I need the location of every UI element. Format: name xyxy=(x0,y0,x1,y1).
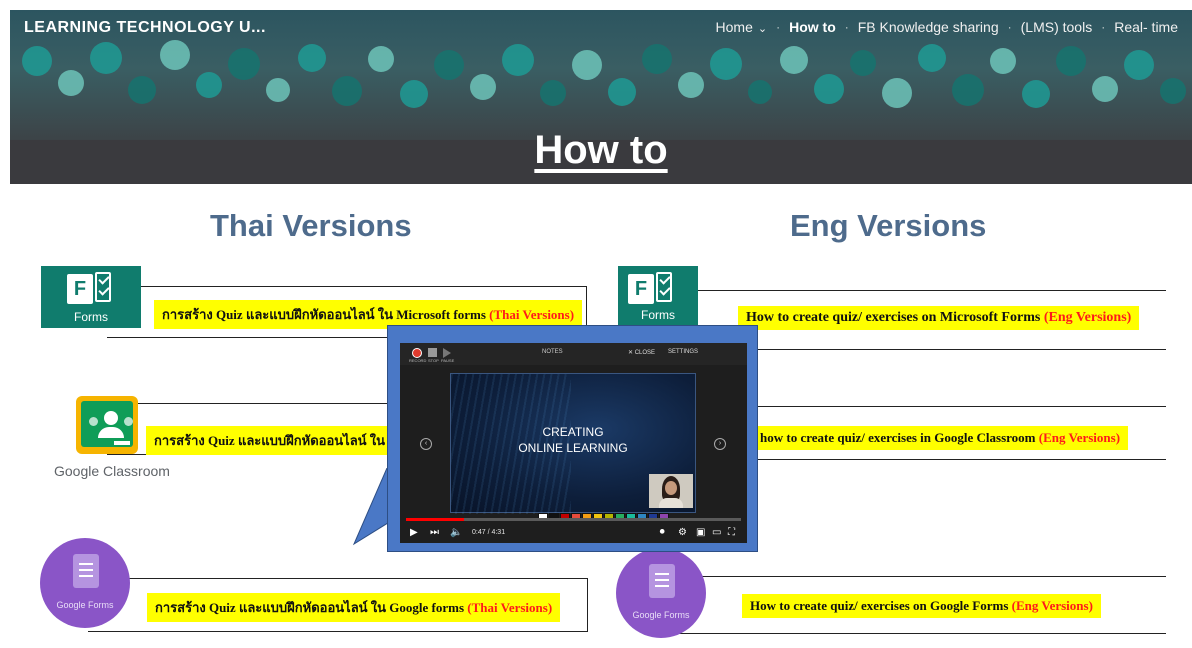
fullscreen-icon[interactable]: ⛶ xyxy=(728,527,735,538)
eng-google-forms-link[interactable]: How to create quiz/ exercises on Google … xyxy=(742,594,1101,618)
forms-caption: Forms xyxy=(641,308,675,322)
slide-title-line: ONLINE LEARNING xyxy=(518,441,628,455)
settings-label[interactable]: SETTINGS xyxy=(668,349,698,355)
google-forms-icon[interactable]: Google Forms xyxy=(40,538,130,628)
volume-icon[interactable]: 🔈 xyxy=(450,527,462,538)
record-label: RECORD xyxy=(409,358,427,363)
record-icon[interactable] xyxy=(412,348,422,358)
next-icon[interactable]: ⏭ xyxy=(430,527,439,538)
link-tag: (Thai Versions) xyxy=(467,600,553,615)
nav-separator: · xyxy=(1101,20,1106,34)
link-tag: (Eng Versions) xyxy=(1038,430,1121,445)
thai-google-forms-link[interactable]: การสร้าง Quiz และแบบฝึกหัดออนไลน์ ใน Goo… xyxy=(147,593,561,622)
theater-mode-icon[interactable]: ▭ xyxy=(712,527,721,538)
link-text: How to create quiz/ exercises on Microso… xyxy=(746,310,1044,325)
eng-versions-heading: Eng Versions xyxy=(790,208,987,243)
link-text: การสร้าง Quiz และแบบฝึกหัดออนไลน์ ใน C xyxy=(154,433,398,448)
nav-separator: · xyxy=(1007,20,1012,34)
link-tag: (Thai Versions) xyxy=(489,307,575,322)
chevron-down-icon[interactable]: ⌄ xyxy=(758,22,767,35)
main-nav: Home ⌄ · How to · FB Knowledge sharing · … xyxy=(716,19,1178,35)
thai-versions-heading: Thai Versions xyxy=(210,208,412,243)
nav-item-home[interactable]: Home ⌄ xyxy=(716,19,768,35)
site-title[interactable]: LEARNING TECHNOLOGY U... xyxy=(24,19,266,37)
link-text: how to create quiz/ exercises in Google … xyxy=(760,430,1039,445)
video-popup: RECORD STOP PAUSE NOTES ✕ CLOSE SETTINGS… xyxy=(387,325,758,552)
stop-icon[interactable] xyxy=(428,348,437,357)
google-forms-caption: Google Forms xyxy=(632,610,690,620)
thai-google-classroom-link[interactable]: การสร้าง Quiz และแบบฝึกหัดออนไลน์ ใน C xyxy=(146,426,406,455)
miniplayer-icon[interactable]: ▣ xyxy=(696,527,705,538)
google-forms-icon[interactable]: Google Forms xyxy=(616,548,706,638)
link-text: การสร้าง Quiz และแบบฝึกหัดออนไลน์ ใน Goo… xyxy=(155,600,468,615)
play-icon[interactable]: ▶ xyxy=(410,527,418,538)
slide-title-line: CREATING xyxy=(542,425,604,439)
nav-item-real-time[interactable]: Real- time xyxy=(1114,19,1178,35)
eng-google-classroom-link[interactable]: how to create quiz/ exercises in Google … xyxy=(752,426,1129,450)
pause-icon[interactable] xyxy=(443,348,451,358)
forms-caption: Forms xyxy=(74,310,108,324)
nav-separator: · xyxy=(776,20,781,34)
microsoft-forms-icon[interactable]: F Forms xyxy=(41,266,141,328)
google-forms-caption: Google Forms xyxy=(56,600,114,610)
stop-label: STOP xyxy=(428,358,439,363)
next-slide-icon[interactable]: › xyxy=(714,438,726,450)
slide-title: CREATING ONLINE LEARNING xyxy=(451,424,695,456)
nav-item-lms-tools[interactable]: (LMS) tools xyxy=(1021,19,1093,35)
link-tag: (Eng Versions) xyxy=(1011,598,1093,613)
previous-slide-icon[interactable]: ‹ xyxy=(420,438,432,450)
microsoft-forms-icon[interactable]: F Forms xyxy=(618,266,698,326)
close-label[interactable]: ✕ CLOSE xyxy=(628,349,655,356)
video-player[interactable]: RECORD STOP PAUSE NOTES ✕ CLOSE SETTINGS… xyxy=(400,343,747,543)
nav-item-home-label: Home xyxy=(715,19,753,35)
nav-separator: · xyxy=(844,20,849,34)
google-classroom-icon[interactable] xyxy=(76,396,138,454)
video-progress-bar[interactable] xyxy=(406,518,741,521)
slide-preview: CREATING ONLINE LEARNING xyxy=(450,373,696,514)
recording-toolbar: RECORD STOP PAUSE NOTES ✕ CLOSE SETTINGS xyxy=(400,343,747,365)
page-header: LEARNING TECHNOLOGY U... Home ⌄ · How to … xyxy=(10,10,1192,184)
close-label-text: CLOSE xyxy=(634,350,656,356)
link-text: How to create quiz/ exercises on Google … xyxy=(750,598,1012,613)
nav-item-fb-knowledge-sharing[interactable]: FB Knowledge sharing xyxy=(858,19,999,35)
notes-label[interactable]: NOTES xyxy=(542,349,563,355)
video-progress-fill xyxy=(406,518,464,521)
nav-item-how-to[interactable]: How to xyxy=(789,19,836,35)
settings-icon[interactable]: ⚙ xyxy=(678,527,687,538)
link-tag: (Eng Versions) xyxy=(1043,310,1132,325)
link-text: การสร้าง Quiz และแบบฝึกหัดออนไลน์ ใน Mic… xyxy=(162,307,490,322)
presenter-webcam xyxy=(649,474,693,508)
video-time: 0:47 / 4:31 xyxy=(472,529,506,536)
page-title: How to xyxy=(534,128,668,172)
autoplay-toggle-icon[interactable]: ⚫ xyxy=(658,527,666,538)
pause-label: PAUSE xyxy=(441,358,455,363)
google-classroom-caption: Google Classroom xyxy=(54,463,170,479)
eng-microsoft-forms-link[interactable]: How to create quiz/ exercises on Microso… xyxy=(738,306,1140,330)
